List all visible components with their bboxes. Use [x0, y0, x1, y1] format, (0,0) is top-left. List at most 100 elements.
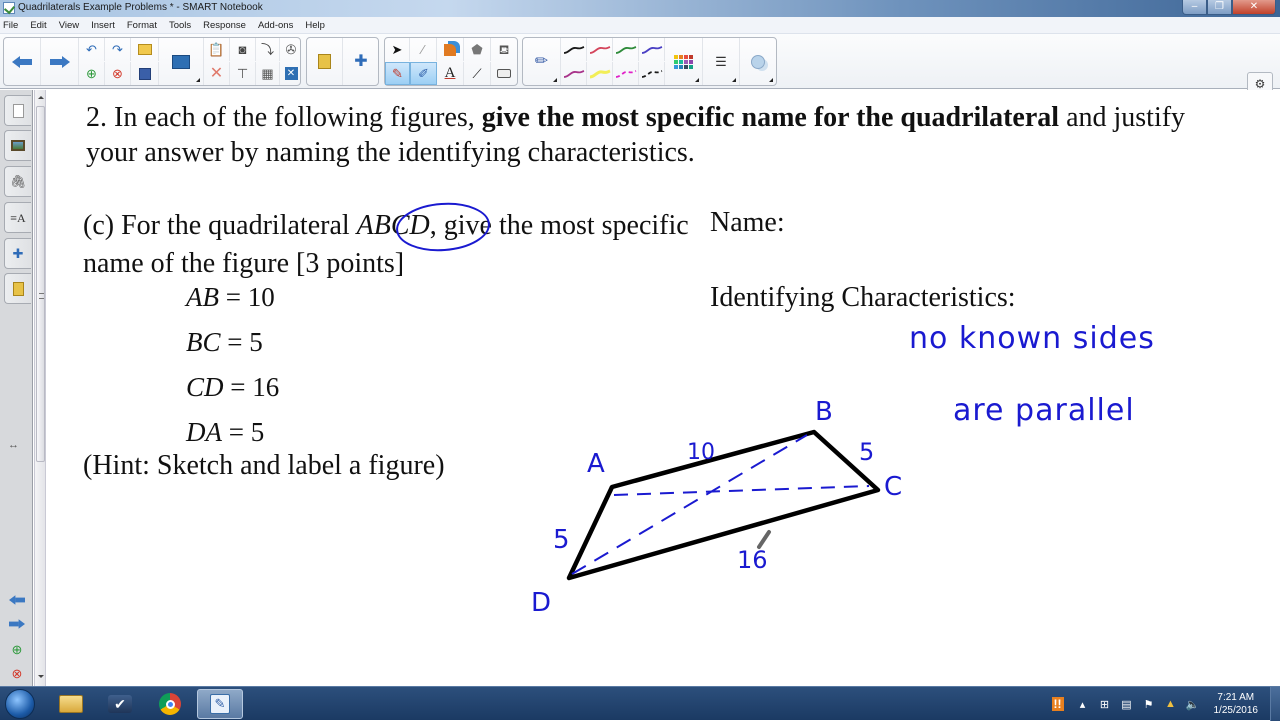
scrollbar-thumb[interactable] — [36, 106, 45, 462]
pen-color-swatch[interactable] — [613, 62, 639, 85]
pen-color-swatch[interactable] — [613, 38, 639, 61]
addons-button[interactable]: ✚ — [343, 38, 379, 85]
sidebar: 🖇 ≡A ✚ ↔ ⊕ ⊗ — [0, 90, 33, 686]
sidebar-tab-gallery[interactable] — [4, 130, 31, 161]
paste-button[interactable]: 📋 — [204, 38, 230, 61]
eraser-shape-tool[interactable]: ⬟ — [464, 38, 491, 61]
open-file-button[interactable] — [131, 38, 159, 61]
response-button[interactable] — [307, 38, 343, 85]
menu-help[interactable]: Help — [305, 20, 325, 31]
insert-table-button[interactable]: ▦ — [256, 62, 280, 85]
pen-color-swatch[interactable] — [587, 62, 613, 85]
measurement-tools-button[interactable]: ✇ — [280, 38, 302, 61]
sidebar-next-page-button[interactable] — [6, 616, 28, 632]
screen-capture-button[interactable]: ◙ — [230, 38, 256, 61]
shapes-tool[interactable] — [437, 38, 464, 61]
pen-type-button[interactable]: ✏ — [523, 38, 561, 85]
scroll-up-icon[interactable] — [38, 96, 44, 99]
delete-page-button[interactable]: ⊗ — [105, 62, 131, 85]
sidebar-tab-addons[interactable]: ✚ — [4, 238, 31, 269]
add-page-button[interactable]: ⊕ — [79, 62, 105, 85]
sidebar-delete-page-button[interactable]: ⊗ — [6, 665, 28, 681]
taskbar-task-app[interactable]: ✔ — [97, 689, 143, 719]
close-button[interactable]: ✕ — [1232, 0, 1276, 15]
pen-color-swatch[interactable] — [561, 62, 587, 85]
menu-edit[interactable]: Edit — [30, 20, 46, 31]
equation-rhs: 16 — [252, 372, 279, 402]
compass-icon: ✇ — [286, 43, 297, 56]
folder-icon — [59, 695, 83, 713]
magic-pen-tool[interactable]: ⁄ — [410, 38, 437, 61]
color-palette-button[interactable] — [665, 38, 703, 85]
clipboard-tray-icon[interactable]: ▤ — [1119, 696, 1135, 712]
vertex-label-c: C — [884, 472, 902, 502]
maximize-button[interactable]: ❐ — [1207, 0, 1232, 15]
redo-button[interactable]: ↷ — [105, 38, 131, 61]
undo-button[interactable]: ↶ — [79, 38, 105, 61]
fill-tool[interactable]: ⛾ — [491, 38, 517, 61]
sidebar-tab-attachments[interactable]: 🖇 — [4, 166, 31, 197]
menu-addons[interactable]: Add-ons — [258, 20, 293, 31]
pen-color-swatch[interactable] — [587, 38, 613, 61]
hint-text: (Hint: Sketch and label a figure) — [83, 450, 445, 482]
taskbar-explorer[interactable] — [48, 689, 94, 719]
sidebar-tab-properties[interactable]: ≡A — [4, 202, 31, 233]
line-tool[interactable]: ⟋ — [464, 62, 491, 85]
taskbar-chrome[interactable] — [147, 689, 193, 719]
toolbar-group-addons: ✚ — [306, 37, 379, 86]
eraser-tool[interactable] — [491, 62, 517, 85]
windows-icon[interactable]: ⊞ — [1097, 696, 1113, 712]
sidebar-add-page-button[interactable]: ⊕ — [6, 641, 28, 657]
creative-pen-tool[interactable]: ✐ — [410, 62, 437, 85]
menu-format[interactable]: Format — [127, 20, 157, 31]
full-screen-button[interactable]: ✕ — [280, 62, 302, 85]
menu-view[interactable]: View — [59, 20, 79, 31]
network-warning-icon[interactable]: ▲ — [1163, 696, 1179, 712]
menu-insert[interactable]: Insert — [91, 20, 115, 31]
pen-color-swatch[interactable] — [561, 38, 587, 61]
notebook-page[interactable]: 2. In each of the following figures, giv… — [47, 90, 1280, 686]
pens-tool[interactable]: ✎ — [385, 62, 410, 85]
show-hidden-icons[interactable]: ▴ — [1075, 696, 1091, 712]
pen-color-swatch[interactable] — [639, 38, 665, 61]
volume-icon[interactable]: 🔈 — [1185, 696, 1201, 712]
resize-sidebar-handle[interactable]: ↔ — [8, 439, 19, 451]
transparency-button[interactable] — [740, 38, 776, 85]
select-tool[interactable]: ➤ — [385, 38, 410, 61]
vertical-scrollbar[interactable] — [34, 90, 46, 686]
display-screen-button[interactable] — [159, 38, 204, 85]
delete-button[interactable]: ✕ — [204, 62, 230, 85]
previous-page-button[interactable] — [4, 38, 41, 85]
show-desktop-button[interactable] — [1270, 687, 1280, 721]
pen-color-swatch[interactable] — [639, 62, 665, 85]
line-style-button[interactable]: ☰ — [703, 38, 740, 85]
action-center-flag-icon[interactable]: ⚑ — [1141, 696, 1157, 712]
text-icon: A — [445, 66, 456, 81]
start-button[interactable] — [5, 689, 35, 719]
clock-time: 7:21 AM — [1214, 691, 1259, 704]
text-tool[interactable]: A — [437, 62, 464, 85]
menu-response[interactable]: Response — [203, 20, 246, 31]
menu-file[interactable]: File — [3, 20, 18, 31]
document-camera-button[interactable]: ⊤ — [230, 62, 256, 85]
cursor-icon: ➤ — [392, 43, 403, 56]
screen-shade-button[interactable]: ⤵ — [256, 38, 280, 61]
dropdown-arrow-icon — [695, 78, 699, 82]
scroll-down-icon[interactable] — [38, 675, 44, 678]
sidebar-tab-response[interactable] — [4, 273, 31, 304]
clock[interactable]: 7:21 AM 1/25/2016 — [1214, 691, 1259, 717]
save-button[interactable] — [131, 62, 159, 85]
menu-tools[interactable]: Tools — [169, 20, 191, 31]
diagonal-bd — [572, 435, 807, 574]
notification-alert-icon[interactable]: !! — [1047, 696, 1069, 712]
equation-lhs: CD — [186, 372, 224, 402]
window-controls: – ❐ ✕ — [1182, 0, 1276, 16]
taskbar-smart-notebook[interactable]: ✎ — [197, 689, 243, 719]
sidebar-tab-page-sorter[interactable] — [4, 95, 31, 126]
sidebar-previous-page-button[interactable] — [6, 592, 28, 608]
next-page-button[interactable] — [41, 38, 79, 85]
clock-date: 1/25/2016 — [1214, 704, 1259, 717]
window-title: Quadrilaterals Example Problems * - SMAR… — [18, 2, 263, 13]
minimize-button[interactable]: – — [1182, 0, 1207, 15]
name-label: Name: — [710, 207, 785, 239]
